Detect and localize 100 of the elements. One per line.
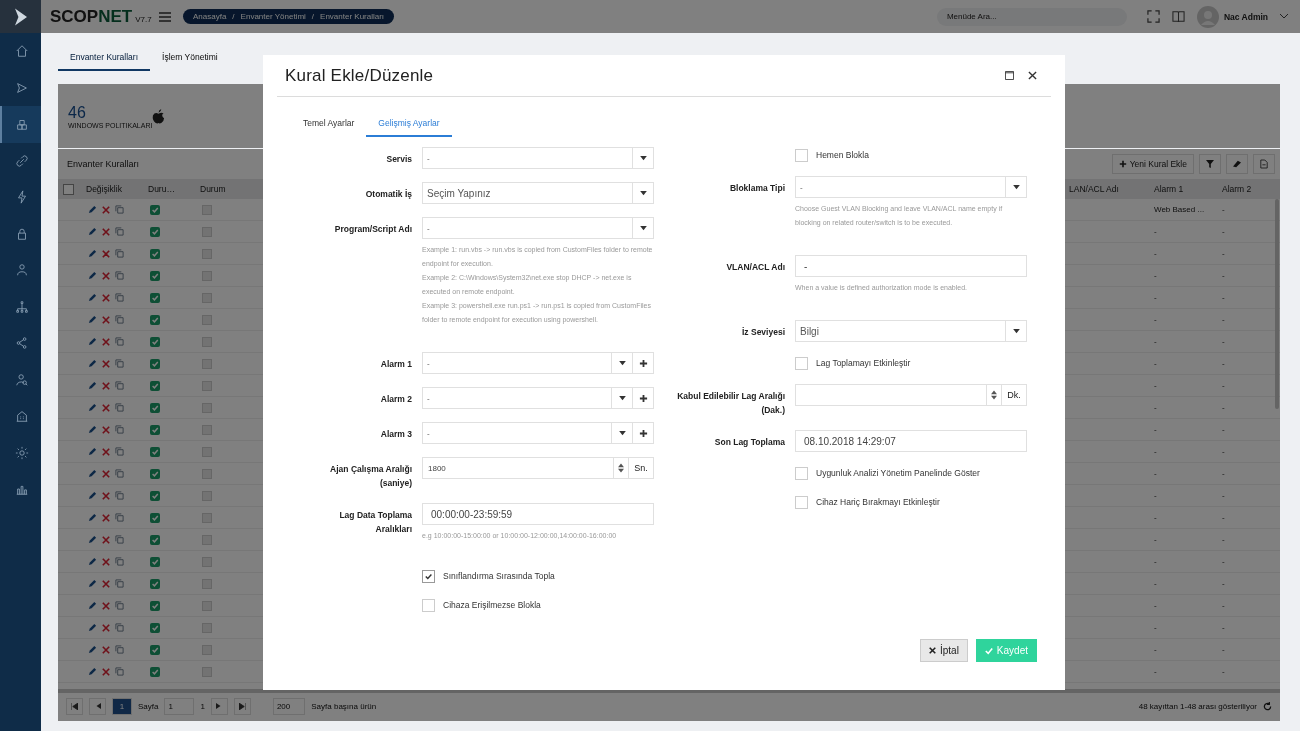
table-cell-text: - bbox=[1153, 535, 1158, 544]
table-cell-text: - bbox=[1221, 227, 1226, 236]
tab[interactable]: Gelişmiş Ayarlar bbox=[366, 114, 452, 137]
page-size-label: Sayfa başına ürün bbox=[311, 701, 377, 711]
page-label: Sayfa bbox=[138, 701, 159, 711]
column-header[interactable]: Değişiklik bbox=[82, 184, 144, 194]
checkbox-label: Lag Toplamayı Etkinleştir bbox=[816, 358, 911, 368]
table-cell-text: - bbox=[1221, 249, 1226, 258]
table-cell-text: - bbox=[1153, 315, 1158, 324]
cancel-button[interactable]: İptal bbox=[919, 639, 968, 662]
table-cell-text: - bbox=[1153, 227, 1158, 236]
checkbox-label: Cihaza Erişilmezse Blokla bbox=[443, 600, 541, 611]
column-header[interactable]: LAN/ACL Adı bbox=[1065, 184, 1150, 194]
table-cell-text: - bbox=[1221, 359, 1226, 368]
select-field[interactable]: - bbox=[795, 176, 1027, 198]
page-button[interactable]: 1 bbox=[112, 697, 132, 715]
breadcrumb-link[interactable]: Envanter Yönetimi bbox=[240, 12, 306, 21]
add-rule-button[interactable]: Yeni Kural Ekle bbox=[1111, 154, 1194, 174]
field-label: VLAN/ACL Adı bbox=[726, 261, 785, 274]
table-cell-text: - bbox=[1221, 293, 1226, 302]
field-label: Alarm 3 bbox=[380, 428, 412, 441]
table-cell-text: - bbox=[1153, 447, 1158, 456]
table-cell-text: - bbox=[1221, 447, 1226, 456]
number-field[interactable]: 1800 bbox=[422, 457, 614, 479]
table-cell-text: - bbox=[1221, 403, 1226, 412]
table-cell-text: - bbox=[1221, 623, 1226, 632]
select-field[interactable]: Bilgi bbox=[795, 320, 1027, 342]
table-cell-text: - bbox=[1221, 579, 1226, 588]
column-header[interactable]: Alarm 2 bbox=[1218, 184, 1280, 194]
table-cell-text: - bbox=[1221, 469, 1226, 478]
table-cell-text: - bbox=[1221, 535, 1226, 544]
column-header[interactable]: Duru… bbox=[144, 184, 196, 194]
breadcrumb-link[interactable]: Envanter Kuralları bbox=[320, 12, 385, 21]
table-cell-text: - bbox=[1221, 315, 1226, 324]
table-cell-text: - bbox=[1153, 337, 1158, 346]
text-field[interactable]: 08.10.2018 14:29:07 bbox=[795, 430, 1027, 453]
page-size-select[interactable]: 200 bbox=[272, 697, 306, 715]
field-label: Alarm 2 bbox=[380, 393, 412, 406]
version-label: V7.7 bbox=[135, 14, 152, 24]
select-field[interactable]: - bbox=[422, 217, 654, 239]
field-label: Lag Data Toplama Aralıkları bbox=[338, 509, 412, 536]
field-label: Kabul Edilebilir Lag Aralığı (Dak.) bbox=[676, 390, 785, 417]
field-label: Servis bbox=[386, 153, 412, 166]
select-field[interactable]: Seçim Yapınız bbox=[422, 182, 654, 204]
table-cell-text: - bbox=[1221, 381, 1226, 390]
breadcrumb-separator: / bbox=[311, 12, 315, 21]
table-title: Envanter Kuralları bbox=[67, 159, 140, 169]
unit-label: Dk. bbox=[1002, 384, 1027, 406]
checkbox-label: Hemen Blokla bbox=[816, 150, 869, 160]
checkbox-label: Sınıflandırma Sırasında Topla bbox=[443, 571, 555, 582]
table-cell-text: - bbox=[1221, 645, 1226, 654]
checkbox-label: Uygunluk Analizi Yönetim Panelinde Göster bbox=[816, 468, 980, 479]
page-input[interactable]: 1 bbox=[164, 697, 195, 715]
text-field[interactable]: - bbox=[795, 255, 1027, 277]
breadcrumb-separator: / bbox=[232, 12, 235, 21]
field-label: Ajan Çalışma Aralığı (saniye) bbox=[329, 463, 412, 490]
table-cell-text: - bbox=[1153, 381, 1158, 390]
select-field[interactable]: - bbox=[422, 422, 633, 444]
tab[interactable]: İşlem Yönetimi bbox=[150, 52, 230, 71]
table-cell-text: - bbox=[1221, 491, 1226, 500]
column-header[interactable]: Alarm 1 bbox=[1150, 184, 1218, 194]
table-cell-text: - bbox=[1221, 513, 1226, 522]
field-label: Son Lag Toplama bbox=[714, 436, 785, 450]
table-cell-text: - bbox=[1221, 271, 1226, 280]
select-field[interactable]: - bbox=[422, 352, 633, 374]
table-cell-text: - bbox=[1153, 359, 1158, 368]
search-field[interactable]: Menüde Ara... bbox=[936, 7, 1127, 26]
table-cell-text: - bbox=[1153, 557, 1158, 566]
records-summary: 48 kayıttan 1-48 arası gösteriliyor bbox=[1138, 701, 1257, 711]
tab[interactable]: Envanter Kuralları bbox=[58, 52, 151, 71]
table-cell-text: - bbox=[1153, 513, 1158, 522]
tab[interactable]: Temel Ayarlar bbox=[291, 114, 367, 137]
breadcrumb-link[interactable]: Anasayfa bbox=[193, 12, 227, 21]
table-cell-text: - bbox=[1153, 491, 1158, 500]
table-cell-text: - bbox=[1153, 623, 1158, 632]
stat-count: 46 bbox=[68, 103, 87, 122]
table-cell-text: - bbox=[1221, 337, 1226, 346]
table-cell-text: - bbox=[1153, 403, 1158, 412]
table-cell-text: - bbox=[1153, 469, 1158, 478]
table-cell-text: - bbox=[1153, 645, 1158, 654]
table-cell-text: - bbox=[1221, 557, 1226, 566]
field-label: Otomatik İş bbox=[365, 188, 412, 201]
unit-label: Sn. bbox=[629, 457, 654, 479]
table-cell-text: - bbox=[1221, 205, 1226, 214]
logo-text: SCOP bbox=[50, 6, 99, 27]
page-total: 1 bbox=[200, 701, 205, 711]
table-cell-text: - bbox=[1153, 271, 1158, 280]
select-field[interactable]: - bbox=[422, 387, 633, 409]
user-name[interactable]: Nac Admin bbox=[1223, 11, 1268, 22]
logo-text: NET bbox=[98, 6, 133, 27]
table-cell-text: - bbox=[1153, 249, 1158, 258]
field-label: Bloklama Tipi bbox=[729, 182, 785, 195]
checkbox-label: Cihaz Hariç Bırakmayı Etkinleştir bbox=[816, 497, 940, 508]
text-field[interactable]: 00:00:00-23:59:59 bbox=[422, 503, 654, 526]
table-cell-text: - bbox=[1153, 601, 1158, 610]
table-cell-text: - bbox=[1221, 425, 1226, 434]
table-cell-text: - bbox=[1153, 579, 1158, 588]
select-field[interactable]: - bbox=[422, 147, 654, 169]
table-cell-text: Web Based ... bbox=[1153, 205, 1206, 214]
field-label: Alarm 1 bbox=[380, 358, 412, 371]
